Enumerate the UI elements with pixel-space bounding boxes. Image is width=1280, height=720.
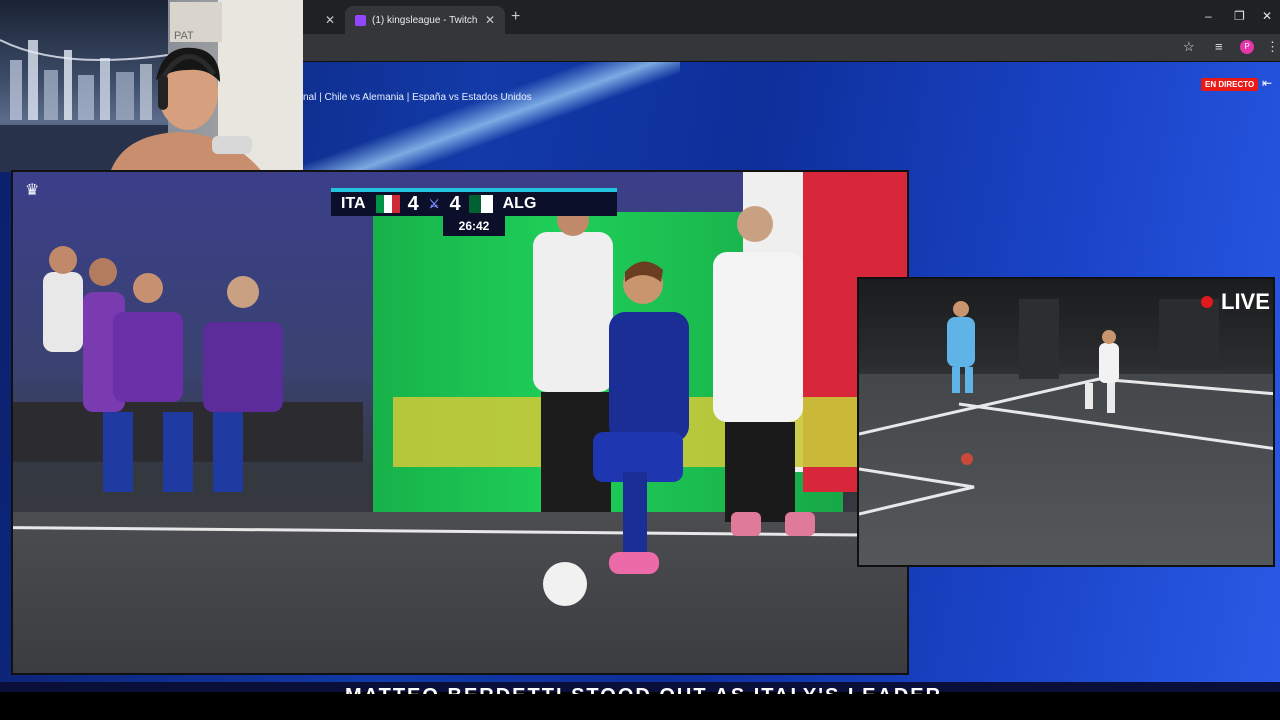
profile-avatar[interactable]: P <box>1240 40 1254 54</box>
menu-kebab-icon[interactable]: ⋮ <box>1266 39 1279 55</box>
football <box>543 562 587 606</box>
bottom-caption: MATTEO BERDETTI STOOD OUT AS ITALY'S LEA… <box>345 686 965 694</box>
kings-league-logo-icon: ♛ <box>25 182 40 199</box>
live-dot-icon <box>1201 296 1213 308</box>
main-video-player[interactable]: ♛ ITA 4 ⚔ 4 ALG 26:42 <box>11 170 909 675</box>
bookmark-star-icon[interactable]: ☆ <box>1183 39 1195 55</box>
wall-poster: PAT <box>170 2 222 42</box>
restore-button[interactable]: ❐ <box>1234 9 1245 23</box>
live-badge[interactable]: EN DIRECTO <box>1201 78 1259 91</box>
reading-list-icon[interactable]: ≡ <box>1215 39 1223 54</box>
bench-players <box>43 246 283 492</box>
new-tab-button[interactable]: + <box>511 8 520 26</box>
close-tab-icon[interactable]: ✕ <box>485 13 495 27</box>
streamer-webcam: PAT <box>0 0 303 172</box>
streamer-figure <box>110 47 263 172</box>
twitch-favicon-icon <box>355 14 366 26</box>
italy-flag-icon <box>375 195 400 213</box>
browser-tab-active[interactable]: (1) kingsleague - Twitch ✕ <box>345 6 505 34</box>
pip-live-video[interactable]: LIVE <box>857 277 1275 567</box>
home-team-code: ITA <box>341 195 366 212</box>
away-score: 4 <box>449 192 461 215</box>
match-ticker: nal | Chile vs Alemania | España vs Esta… <box>303 92 532 103</box>
tab-title: (1) kingsleague - Twitch <box>372 14 478 26</box>
league-emblem-icon: ⚔ <box>428 197 440 211</box>
collapse-chat-icon[interactable]: ⇤ <box>1262 76 1272 90</box>
pip-live-indicator: LIVE <box>1201 289 1270 315</box>
scoreboard: ITA 4 ⚔ 4 ALG <box>331 188 617 216</box>
algeria-flag-icon <box>468 195 493 213</box>
background-light-beam <box>300 62 680 182</box>
home-score: 4 <box>407 192 419 215</box>
pip-scene <box>859 299 1273 516</box>
screen: nal | Chile vs Alemania | España vs Esta… <box>0 0 1280 720</box>
pip-live-label: LIVE <box>1221 289 1270 314</box>
close-tab-icon[interactable]: ✕ <box>325 13 335 27</box>
close-window-button[interactable]: ✕ <box>1262 9 1272 23</box>
players-scene <box>43 204 815 606</box>
minimize-button[interactable]: – <box>1205 9 1212 23</box>
match-clock: 26:42 <box>443 216 505 236</box>
away-team-code: ALG <box>502 195 537 212</box>
